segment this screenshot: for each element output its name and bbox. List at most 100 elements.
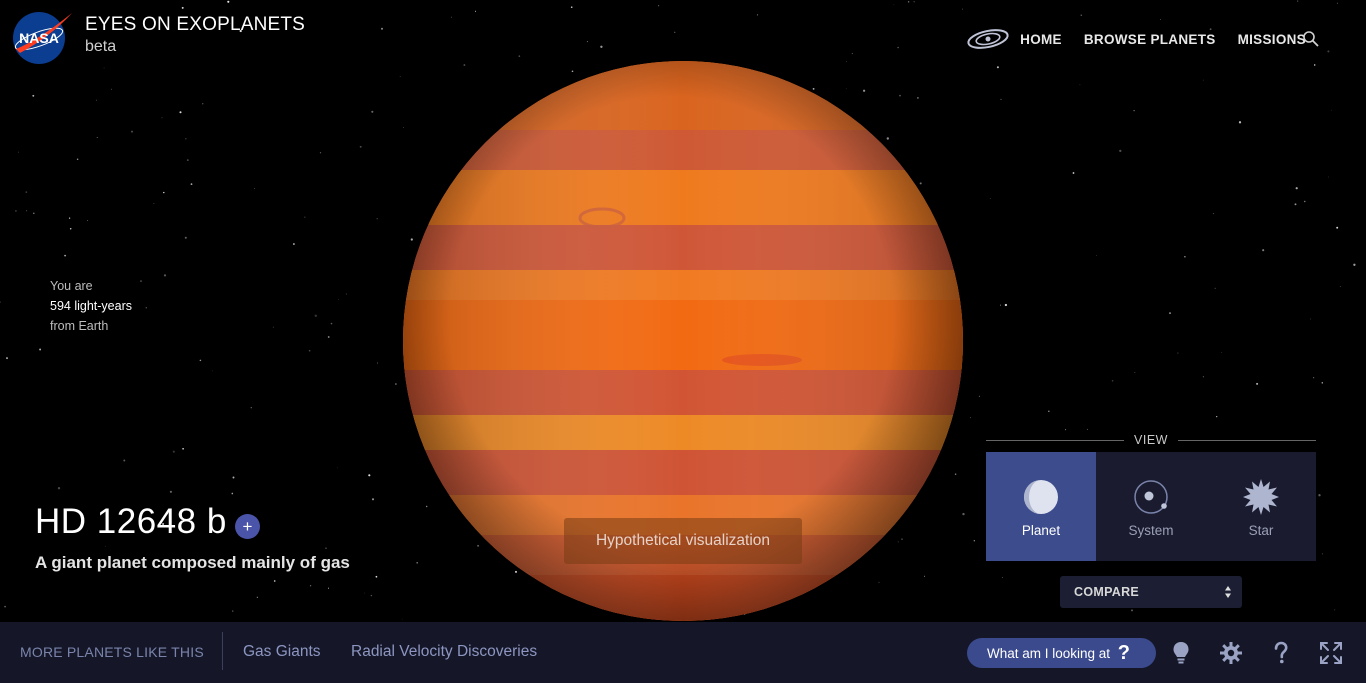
star-dot	[1336, 226, 1339, 229]
nav-browse-planets[interactable]: BROWSE PLANETS	[1084, 32, 1216, 47]
star-dot	[851, 52, 854, 55]
star-dot	[163, 191, 165, 194]
star-dot	[1177, 352, 1179, 354]
star-dot	[1202, 79, 1204, 81]
compare-dropdown[interactable]: COMPARE	[1060, 576, 1242, 608]
category-gas-giants[interactable]: Gas Giants	[243, 643, 321, 661]
star-dot	[1184, 256, 1186, 258]
star-dot	[1330, 109, 1332, 111]
star-dot	[1096, 255, 1097, 256]
star-dot	[169, 490, 173, 493]
star-dot	[1294, 203, 1297, 206]
star-dot	[338, 299, 340, 300]
what-am-i-looking-at-button[interactable]: What am I looking at ?	[967, 638, 1156, 668]
star-dot	[304, 216, 306, 218]
nav-home[interactable]: HOME	[1020, 32, 1062, 47]
distance-suffix: from Earth	[50, 319, 109, 333]
star-dot	[381, 27, 383, 30]
planet-description: A giant planet composed mainly of gas	[35, 553, 350, 572]
star-dot	[272, 326, 274, 328]
bottom-bar: MORE PLANETS LIKE THIS Gas Giants Radial…	[0, 622, 1366, 683]
star-dot	[190, 183, 193, 185]
star-dot	[250, 407, 252, 409]
star-dot	[161, 117, 163, 119]
question-mark-icon: ?	[1117, 642, 1130, 664]
star-dot	[395, 383, 397, 385]
star-dot	[1000, 98, 1002, 100]
star-dot	[973, 540, 975, 542]
star-dot	[103, 67, 105, 69]
star-dot	[999, 304, 1002, 306]
star-dot	[325, 547, 327, 549]
star-dot	[1313, 377, 1315, 379]
star-dot	[1318, 494, 1321, 497]
star-dot	[1131, 609, 1133, 612]
star-dot	[1160, 18, 1162, 20]
app-title[interactable]: EYES ON EXOPLANETS	[85, 14, 305, 36]
star-dot	[1334, 609, 1336, 611]
nasa-logo[interactable]: NASA	[10, 9, 74, 65]
star-dot	[371, 498, 375, 501]
star-dot	[913, 1, 915, 3]
star-dot	[1321, 382, 1324, 384]
star-dot	[368, 474, 371, 477]
gear-icon[interactable]	[1219, 641, 1243, 665]
view-option-planet[interactable]: Planet	[986, 452, 1096, 561]
star-dot	[1297, 0, 1299, 2]
bottom-divider	[222, 632, 223, 670]
looking-label: What am I looking at	[987, 645, 1111, 661]
more-planets-label: MORE PLANETS LIKE THIS	[20, 644, 204, 660]
star-dot	[327, 587, 330, 589]
star-dot	[1212, 213, 1214, 215]
star-dot	[232, 610, 234, 612]
star-dot	[330, 322, 333, 325]
star-dot	[1111, 380, 1114, 382]
help-icon[interactable]	[1269, 641, 1293, 665]
view-option-star[interactable]: Star	[1206, 452, 1316, 561]
fullscreen-icon[interactable]	[1319, 641, 1343, 665]
star-dot	[1202, 376, 1204, 378]
star-dot	[96, 137, 98, 138]
star-dot	[1327, 176, 1329, 178]
star-dot	[1134, 372, 1136, 373]
star-dot	[186, 159, 189, 162]
star-dot	[1216, 415, 1218, 418]
star-dot	[182, 447, 184, 450]
star-dot	[1221, 352, 1222, 353]
star-dot	[363, 592, 365, 594]
star-dot	[256, 596, 258, 598]
star-dot	[1086, 428, 1088, 430]
star-dot	[105, 545, 106, 547]
star-dot	[87, 219, 89, 222]
view-option-system[interactable]: System	[1096, 452, 1206, 561]
star-dot	[172, 450, 175, 453]
star-dot	[254, 188, 255, 189]
star-dot	[1065, 429, 1067, 431]
system-icon	[1134, 480, 1168, 514]
star-dot	[314, 314, 317, 317]
search-icon[interactable]	[1302, 30, 1320, 48]
star-dot	[674, 31, 676, 33]
star-dot	[376, 218, 378, 220]
star-dot	[370, 594, 373, 597]
galaxy-icon[interactable]	[966, 27, 1010, 51]
star-dot	[600, 45, 603, 48]
star-dot	[1304, 200, 1306, 203]
star-dot	[309, 585, 312, 587]
add-planet-button[interactable]: +	[235, 514, 260, 539]
star-dot	[1133, 109, 1135, 112]
star-dot	[308, 349, 311, 352]
star-dot	[199, 359, 202, 362]
star-dot	[377, 362, 378, 364]
star-dot	[451, 16, 452, 18]
star-dot	[359, 145, 362, 148]
star-dot	[1079, 84, 1081, 86]
star-dot	[474, 10, 477, 12]
visualization-note: Hypothetical visualization	[564, 518, 802, 564]
top-navigation: HOME BROWSE PLANETS MISSIONS	[966, 24, 1319, 54]
lightbulb-icon[interactable]	[1169, 641, 1193, 665]
star-dot	[658, 5, 660, 7]
nav-missions[interactable]: MISSIONS	[1238, 32, 1306, 47]
category-radial-velocity[interactable]: Radial Velocity Discoveries	[351, 643, 537, 661]
star-dot	[111, 88, 113, 90]
